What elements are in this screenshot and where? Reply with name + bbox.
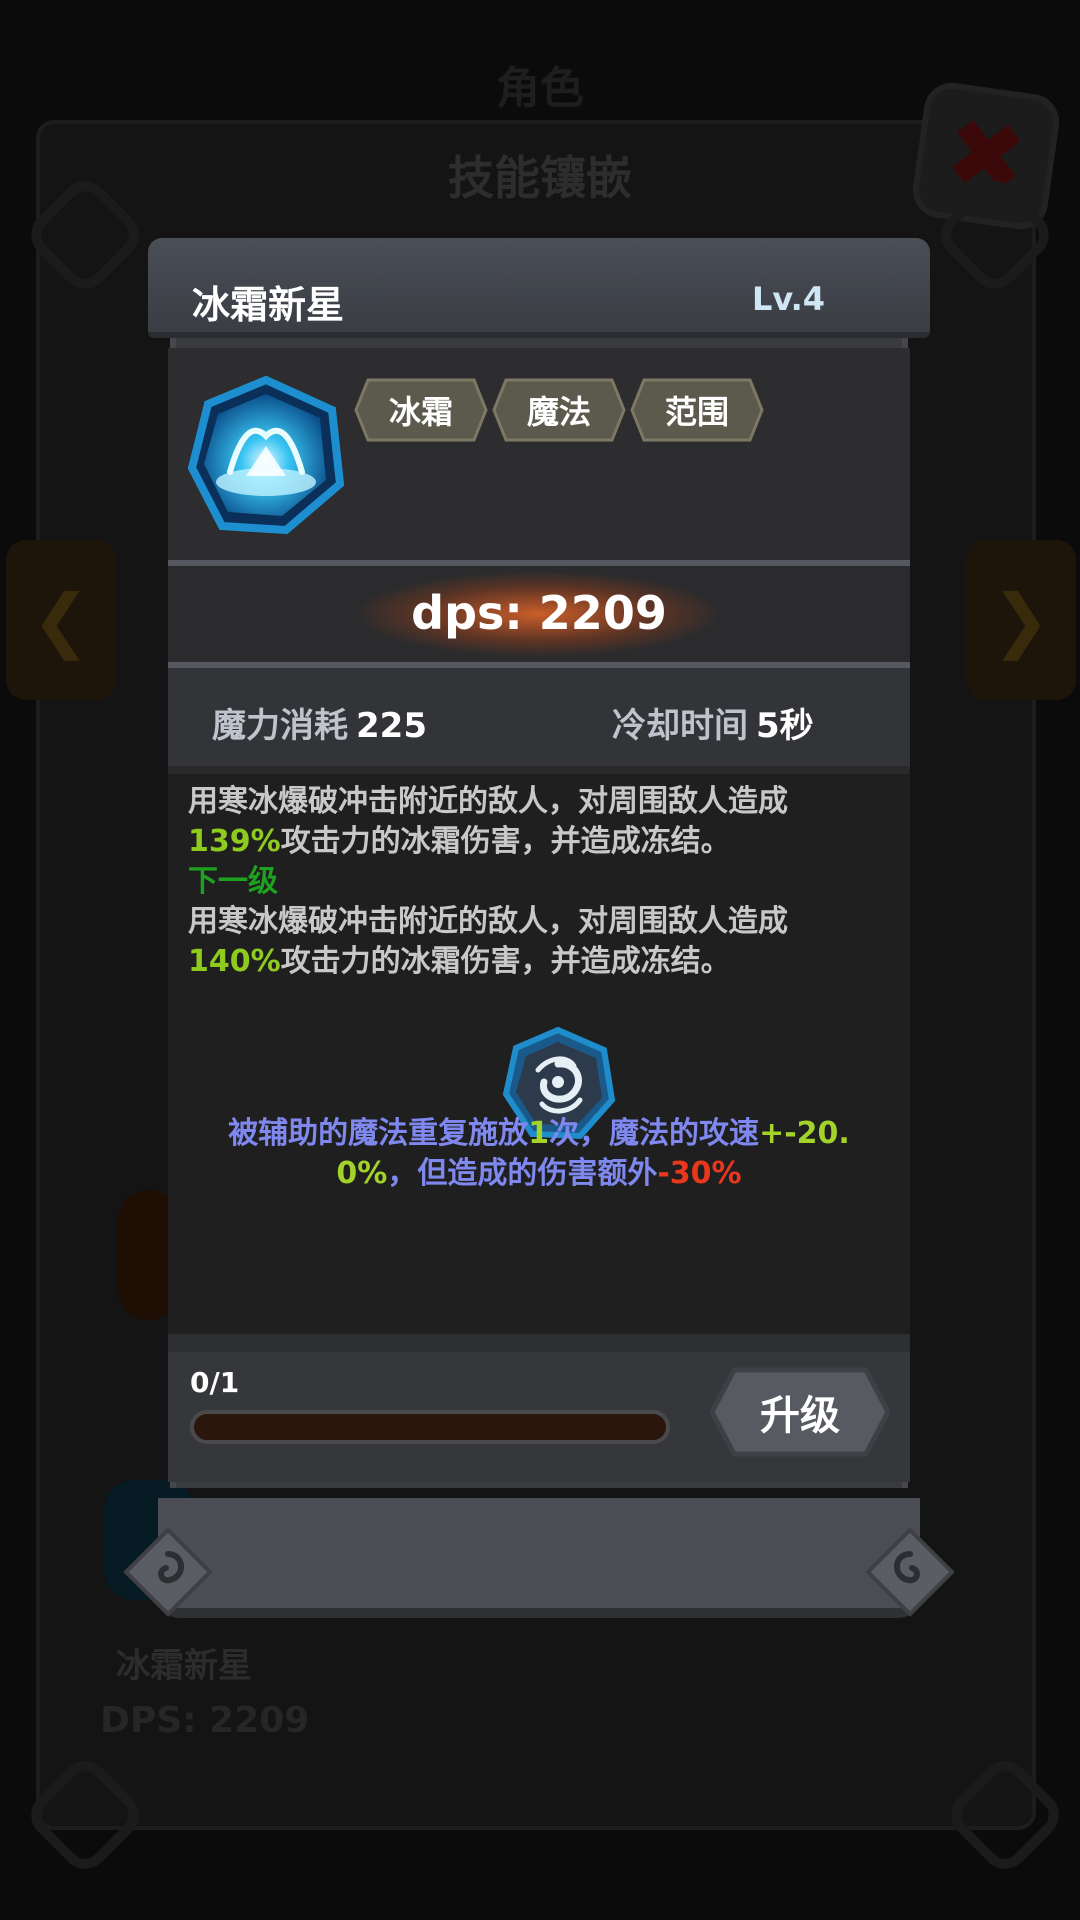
- bg-screen-title: 角色: [496, 63, 584, 114]
- tag-label: 范围: [664, 393, 729, 431]
- skill-detail-modal: 冰霜新星 Lv.4 冰霜 魔法 范围 dps: 2209 魔力消耗 225 冷却…: [123, 226, 955, 1636]
- divider: [168, 1334, 910, 1352]
- stats-section: 魔力消耗 225 冷却时间 5秒: [168, 668, 910, 766]
- desc-current-line1: 用寒冰爆破冲击附近的敌人，对周围敌人造成: [188, 784, 788, 819]
- modal-footer: [158, 1498, 920, 1618]
- tag-magic: 魔法: [492, 378, 626, 442]
- upgrade-button[interactable]: 升级: [708, 1364, 892, 1460]
- support-effect-text: 被辅助的魔法重复施放1次，魔法的攻速+-20. 0%，但造成的伤害额外-30%: [178, 1114, 900, 1194]
- support-text-c: ，但造成的伤害额外: [387, 1156, 658, 1191]
- desc-current-rest: 攻击力的冰霜伤害，并造成冻结。: [280, 824, 731, 859]
- tag-area: 范围: [630, 378, 764, 442]
- support-repeat-count: 1: [528, 1116, 550, 1151]
- description-section: 用寒冰爆破冲击附近的敌人，对周围敌人造成 139%攻击力的冰霜伤害，并造成冻结。…: [168, 774, 910, 1334]
- skill-level: Lv.4: [752, 280, 826, 318]
- cooldown-label: 冷却时间: [612, 706, 748, 746]
- tag-frost: 冰霜: [354, 378, 488, 442]
- desc-next-rest: 攻击力的冰霜伤害，并造成冻结。: [280, 944, 731, 979]
- corner-ornament-left: [123, 1527, 213, 1617]
- modal-header: 冰霜新星 Lv.4: [148, 238, 930, 338]
- bg-skill-dps: DPS: 2209: [100, 1700, 310, 1741]
- support-attack-speed-b: 0%: [336, 1156, 388, 1191]
- skill-tags: 冰霜 魔法 范围: [354, 378, 764, 442]
- chevron-right-icon: ❯: [991, 579, 1051, 661]
- corner-ornament-right: [865, 1527, 955, 1617]
- next-level-label: 下一级: [188, 864, 278, 899]
- upgrade-button-label: 升级: [760, 1393, 840, 1439]
- skill-title: 冰霜新星: [192, 283, 345, 327]
- support-text-a: 被辅助的魔法重复施放: [228, 1116, 529, 1151]
- tag-label: 冰霜: [388, 393, 453, 431]
- support-text-b: 次，魔法的攻速: [549, 1116, 760, 1151]
- mana-cost: 魔力消耗 225: [212, 698, 427, 747]
- desc-next-line1: 用寒冰爆破冲击附近的敌人，对周围敌人造成: [188, 904, 788, 939]
- desc-next-line2: 140%攻击力的冰霜伤害，并造成冻结。: [188, 936, 731, 980]
- chevron-left-icon: ❮: [31, 579, 91, 661]
- skill-dps: dps: 2209: [411, 586, 667, 640]
- cooldown-value: 5秒: [756, 706, 814, 746]
- upgrade-progress-count: 0/1: [190, 1366, 240, 1399]
- tag-label: 魔法: [526, 393, 591, 431]
- desc-current-line2: 139%攻击力的冰霜伤害，并造成冻结。: [188, 816, 731, 860]
- support-damage-penalty: -30%: [657, 1156, 742, 1191]
- desc-current-percent: 139%: [188, 824, 281, 859]
- divider: [168, 766, 910, 774]
- frost-nova-icon: [186, 375, 346, 536]
- cooldown: 冷却时间 5秒: [612, 698, 814, 747]
- bg-prev-arrow[interactable]: ❮: [6, 540, 116, 700]
- upgrade-progress-bar: [190, 1410, 670, 1444]
- mana-cost-value: 225: [356, 706, 427, 746]
- support-attack-speed-a: +-20.: [759, 1116, 850, 1151]
- dps-section: dps: 2209: [168, 566, 910, 662]
- upgrade-section: 0/1 升级: [168, 1352, 910, 1482]
- desc-next-percent: 140%: [188, 944, 281, 979]
- bg-skill-name: 冰霜新星: [116, 1646, 252, 1686]
- bg-next-arrow[interactable]: ❯: [966, 540, 1076, 700]
- mana-cost-label: 魔力消耗: [212, 706, 348, 746]
